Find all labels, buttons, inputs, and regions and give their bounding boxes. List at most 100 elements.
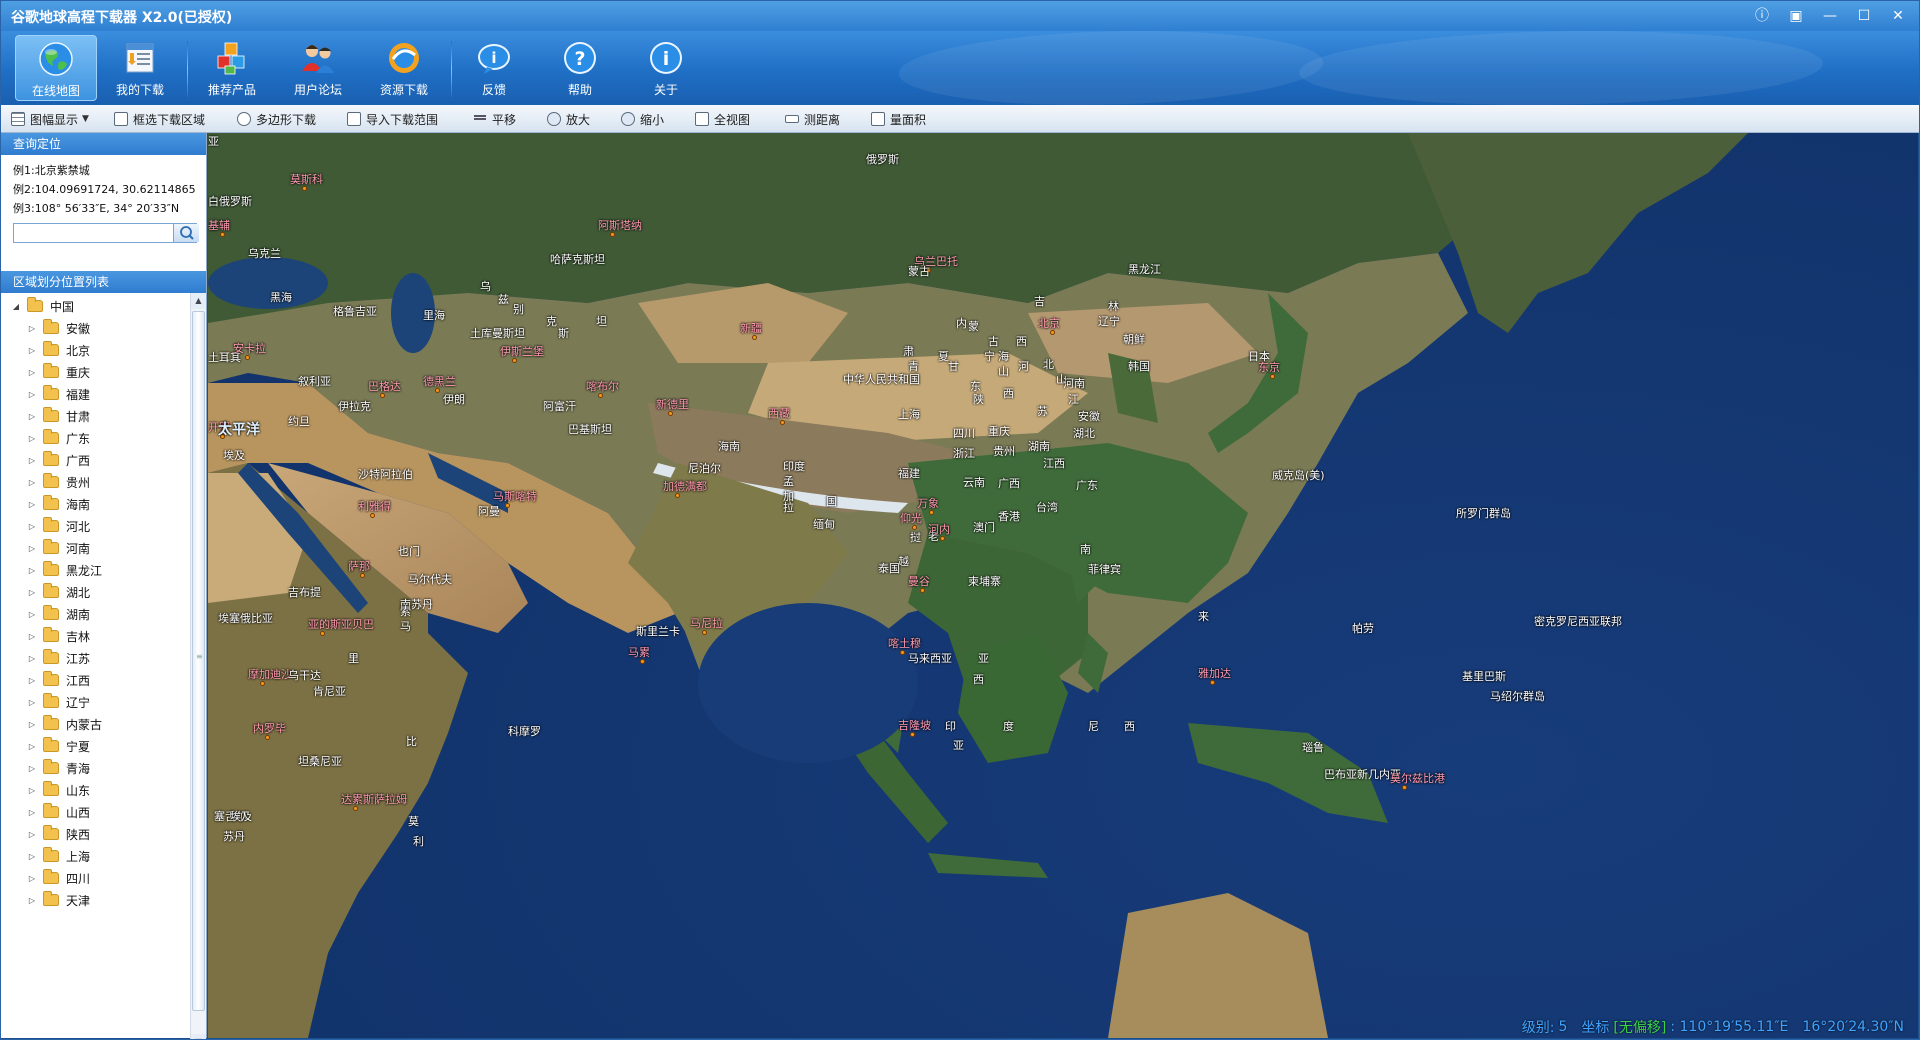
tree-node-province[interactable]: ▷ 山西 [27,801,90,823]
expand-icon[interactable]: ▷ [27,390,37,399]
tree-node-province[interactable]: ▷ 天津 [27,889,90,911]
tree-node-province[interactable]: ▷ 上海 [27,845,90,867]
svg-text:i: i [491,49,496,67]
expand-icon[interactable]: ▷ [27,698,37,707]
measure-area-button[interactable]: 量面积 [871,110,926,128]
expand-icon[interactable]: ▷ [27,522,37,531]
expand-icon[interactable]: ▷ [27,610,37,619]
expand-icon[interactable]: ▷ [27,676,37,685]
tree-node-province[interactable]: ▷ 安徽 [27,317,90,339]
expand-icon[interactable]: ▷ [27,852,37,861]
tool-recommended[interactable]: 推荐产品 [191,35,273,101]
close-icon[interactable]: ✕ [1881,4,1915,28]
maximize-icon[interactable]: ☐ [1847,4,1881,28]
tool-user-forum[interactable]: 用户论坛 [277,35,359,101]
pan-button[interactable]: 平移 [473,110,516,128]
info-icon[interactable]: ⓘ [1745,4,1779,28]
search-input[interactable] [14,224,173,242]
tree-node-province[interactable]: ▷ 海南 [27,493,90,515]
tree-node-province[interactable]: ▷ 山东 [27,779,90,801]
rect-select-download-button[interactable]: 框选下载区域 [114,110,205,128]
expand-icon[interactable]: ▷ [27,478,37,487]
map-label: 克 [546,315,557,328]
expand-icon[interactable]: ▷ [27,896,37,905]
scroll-thumb[interactable]: ≡ [192,311,205,1011]
map-label-capital: 亚的斯亚贝巴 [308,618,374,631]
search-icon [180,226,194,240]
expand-icon[interactable]: ▷ [27,632,37,641]
tree-scrollbar[interactable]: ▲ ≡ ▼ [190,293,206,1039]
tree-node-province[interactable]: ▷ 贵州 [27,471,90,493]
zoom-out-button[interactable]: 缩小 [621,110,664,128]
capital-marker-icon [505,503,510,508]
polygon-download-button[interactable]: 多边形下载 [237,110,316,128]
expand-icon[interactable]: ▷ [27,412,37,421]
expand-icon[interactable]: ▷ [27,654,37,663]
tree-node-province[interactable]: ▷ 内蒙古 [27,713,102,735]
tool-my-downloads[interactable]: 我的下载 [99,35,181,101]
tool-label: 帮助 [567,83,592,97]
tree-node-province[interactable]: ▷ 广东 [27,427,90,449]
tree-node-province[interactable]: ▷ 辽宁 [27,691,90,713]
full-extent-button[interactable]: 全视图 [695,110,750,128]
expand-icon[interactable]: ▷ [27,434,37,443]
expand-icon[interactable]: ▷ [27,830,37,839]
minimize-icon[interactable]: — [1813,4,1847,28]
expand-icon[interactable]: ▷ [27,544,37,553]
tree-node-province[interactable]: ▷ 北京 [27,339,90,361]
map-label: 俄罗斯 [866,153,899,166]
tree-node-label: 湖北 [66,585,91,600]
search-button[interactable] [173,224,199,242]
map-label-capital: 吉隆坡 [898,719,931,732]
tree-node-province[interactable]: ▷ 黑龙江 [27,559,102,581]
tree-node-province[interactable]: ▷ 陕西 [27,823,90,845]
capital-marker-icon [780,420,785,425]
skin-icon[interactable]: ▣ [1779,4,1813,28]
tree-node-province[interactable]: ▷ 江西 [27,669,90,691]
map-sheet-display-dropdown[interactable]: 图幅显示 ▼ [11,110,89,128]
tree-node-province[interactable]: ▷ 广西 [27,449,90,471]
tree-node-province[interactable]: ▷ 湖北 [27,581,90,603]
tree-node-province[interactable]: ▷ 宁夏 [27,735,90,757]
expand-icon[interactable]: ▷ [27,500,37,509]
zoom-in-icon [547,112,561,126]
map-label-capital: 东京 [1258,361,1280,374]
expand-icon[interactable]: ▷ [27,786,37,795]
measure-distance-button[interactable]: 测距离 [785,110,840,128]
tree-node-province[interactable]: ▷ 河北 [27,515,90,537]
expand-icon[interactable]: ▷ [27,346,37,355]
zoom-in-button[interactable]: 放大 [547,110,590,128]
map-view[interactable]: 俄罗斯 莫斯科 白俄罗斯 基辅 乌克兰 哈萨克斯坦 阿斯塔纳 乌兰巴托 蒙古 黑龙江吉林辽宁 朝鲜韩… [208,133,1918,1038]
expand-icon[interactable]: ▷ [27,368,37,377]
tree-node-province[interactable]: ▷ 青海 [27,757,90,779]
tree-node-province[interactable]: ▷ 湖南 [27,603,90,625]
tree-node-root[interactable]: ◢ 中国 [11,295,74,317]
expand-icon[interactable]: ▷ [27,742,37,751]
expand-icon[interactable]: ▷ [27,456,37,465]
tree-node-province[interactable]: ▷ 重庆 [27,361,90,383]
scroll-down-icon[interactable]: ▼ [191,1034,206,1039]
expand-icon[interactable]: ▷ [27,764,37,773]
expand-icon[interactable]: ▷ [27,324,37,333]
expand-icon[interactable]: ▷ [27,808,37,817]
tree-node-province[interactable]: ▷ 河南 [27,537,90,559]
import-range-button[interactable]: 导入下载范围 [347,110,438,128]
map-label: 宁 [984,350,995,363]
expand-icon[interactable]: ▷ [27,874,37,883]
scroll-up-icon[interactable]: ▲ [191,293,206,309]
tree-node-province[interactable]: ▷ 甘肃 [27,405,90,427]
tool-resource-download[interactable]: 资源下载 [363,35,445,101]
expand-icon[interactable]: ▷ [27,566,37,575]
tool-feedback[interactable]: i 反馈 [453,35,535,101]
tree-node-province[interactable]: ▷ 福建 [27,383,90,405]
tree-node-province[interactable]: ▷ 江苏 [27,647,90,669]
tool-online-map[interactable]: 在线地图 [15,35,97,101]
collapse-icon[interactable]: ◢ [11,302,21,311]
expand-icon[interactable]: ▷ [27,588,37,597]
tool-about[interactable]: i 关于 [625,35,707,101]
tool-help[interactable]: ? 帮助 [539,35,621,101]
tree-node-province[interactable]: ▷ 吉林 [27,625,90,647]
expand-icon[interactable]: ▷ [27,720,37,729]
tree-node-province[interactable]: ▷ 四川 [27,867,90,889]
capital-marker-icon [260,681,265,686]
